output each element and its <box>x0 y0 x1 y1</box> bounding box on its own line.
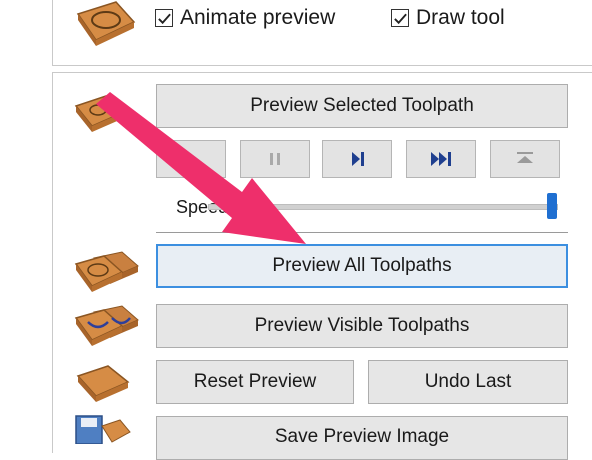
save-preview-image-button[interactable]: Save Preview Image <box>156 416 568 460</box>
preview-visible-toolpaths-label: Preview Visible Toolpaths <box>254 315 470 336</box>
save-floppy-icon <box>75 415 131 444</box>
play-button[interactable] <box>156 140 226 178</box>
draw-tool-checkbox[interactable]: Draw tool <box>391 6 505 30</box>
animate-preview-label: Animate preview <box>180 6 336 29</box>
undo-last-button[interactable]: Undo Last <box>368 360 568 404</box>
speed-slider[interactable] <box>208 204 558 210</box>
pause-icon <box>270 153 280 165</box>
eject-button[interactable] <box>490 140 560 178</box>
animation-toolpath-icon <box>76 1 136 46</box>
preview-all-toolpaths-icon <box>74 251 139 292</box>
reset-preview-block-icon <box>76 365 130 402</box>
preview-visible-toolpaths-icon <box>74 305 139 346</box>
preview-selected-toolpath-label: Preview Selected Toolpath <box>250 95 474 116</box>
preview-all-toolpaths-button[interactable]: Preview All Toolpaths <box>156 244 568 288</box>
play-icon <box>187 152 197 166</box>
preview-all-toolpaths-label: Preview All Toolpaths <box>272 255 452 276</box>
fast-forward-icon <box>431 152 451 166</box>
step-icon <box>352 152 364 166</box>
preview-visible-toolpaths-button[interactable]: Preview Visible Toolpaths <box>156 304 568 348</box>
reset-preview-label: Reset Preview <box>193 371 317 392</box>
animate-preview-checkbox[interactable]: Animate preview <box>155 6 335 30</box>
eject-icon <box>517 152 533 163</box>
draw-tool-label: Draw tool <box>416 6 505 29</box>
checkbox-checked-icon[interactable] <box>155 9 173 27</box>
undo-last-label: Undo Last <box>424 371 512 392</box>
section-divider <box>156 232 568 233</box>
preview-selected-toolpath-icon <box>74 95 126 132</box>
speed-slider-thumb[interactable] <box>547 193 557 219</box>
reset-preview-button[interactable]: Reset Preview <box>156 360 354 404</box>
checkbox-checked-icon[interactable] <box>391 9 409 27</box>
fast-forward-button[interactable] <box>406 140 476 178</box>
pause-button[interactable] <box>240 140 310 178</box>
save-preview-image-label: Save Preview Image <box>274 426 450 447</box>
step-forward-button[interactable] <box>322 140 392 178</box>
preview-selected-toolpath-button[interactable]: Preview Selected Toolpath <box>156 84 568 128</box>
